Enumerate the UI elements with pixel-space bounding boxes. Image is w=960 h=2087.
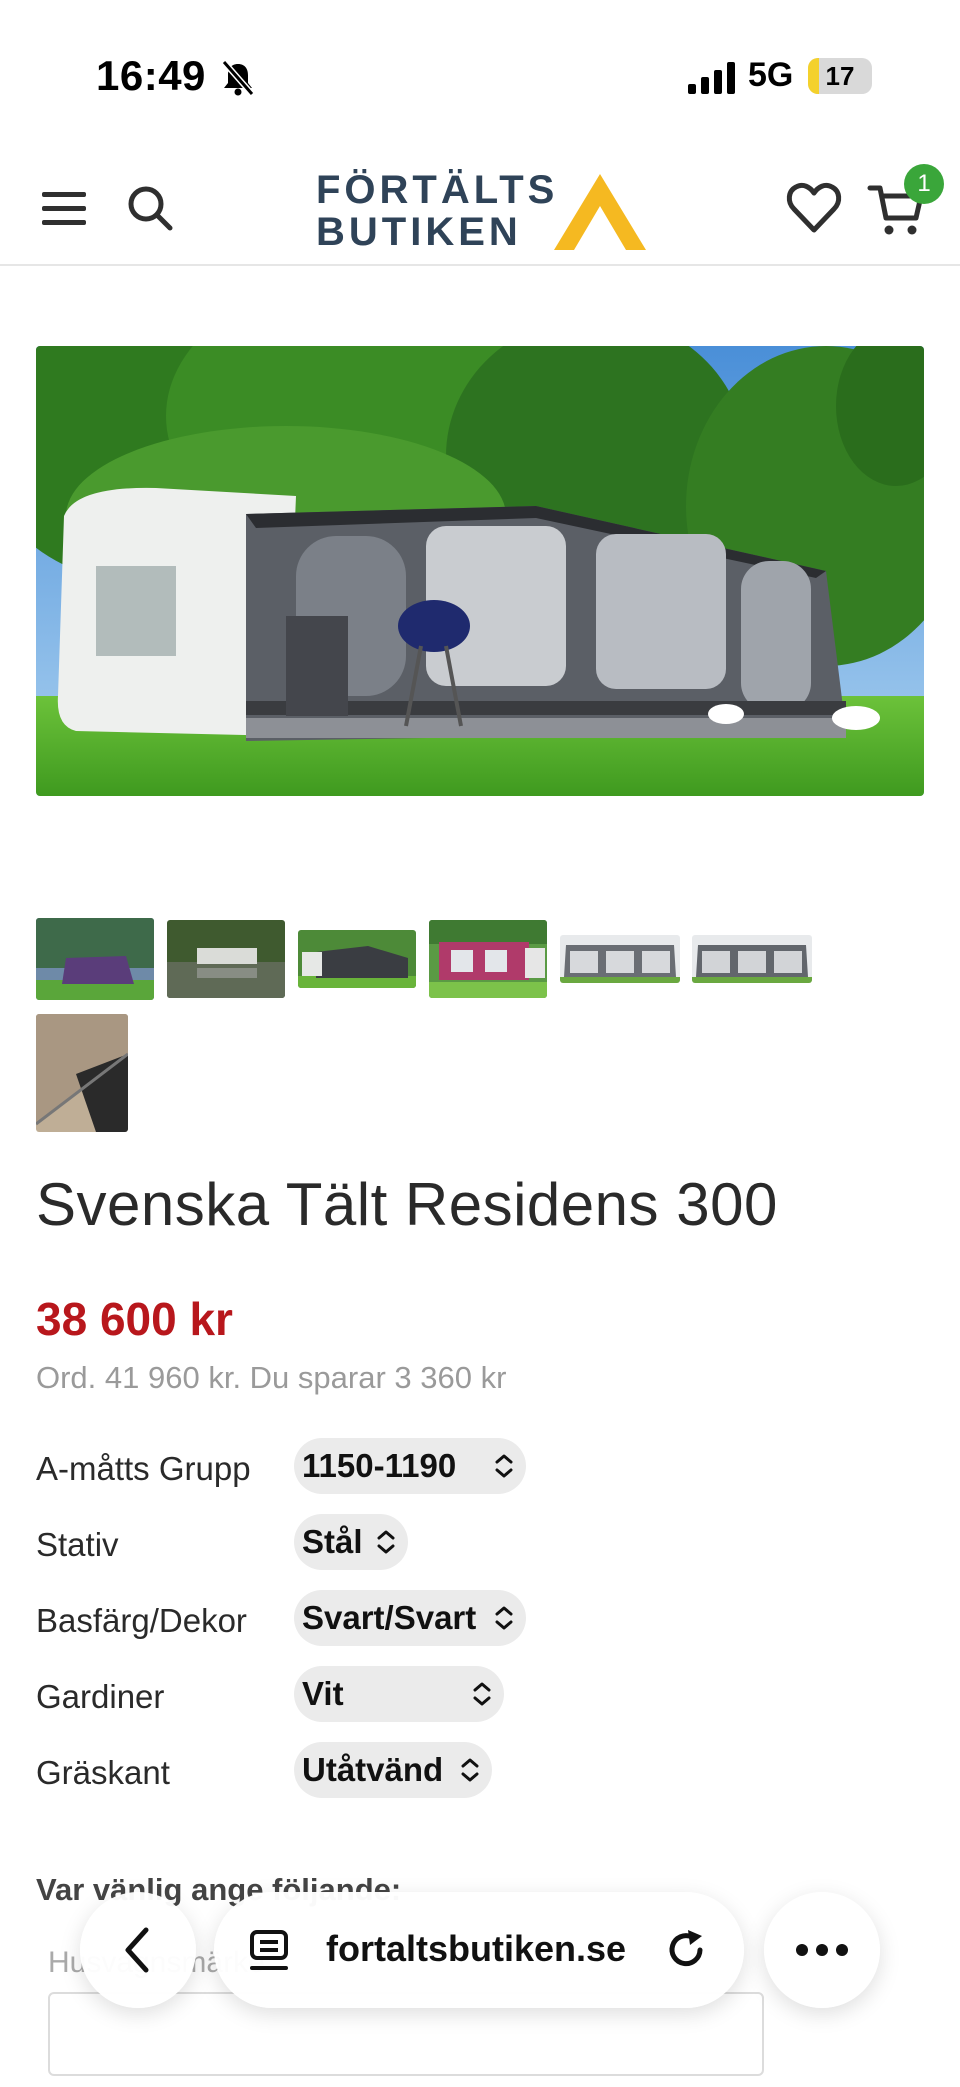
- chevron-up-down-icon: [473, 1682, 491, 1706]
- product-thumbnail[interactable]: [36, 1014, 128, 1132]
- battery-level: 17: [825, 61, 855, 91]
- select-value: 1150-1190: [302, 1447, 457, 1484]
- product-main-image[interactable]: [36, 346, 924, 796]
- product-thumbnail[interactable]: [429, 920, 547, 998]
- heart-icon[interactable]: [784, 178, 844, 238]
- select-value: Stål: [302, 1523, 363, 1560]
- site-logo[interactable]: FÖRTÄLTS BUTIKEN: [316, 168, 646, 254]
- cellular-signal-icon: [688, 62, 735, 94]
- select-basfarg-dekor[interactable]: Svart/Svart: [294, 1590, 526, 1646]
- more-dots-icon: [796, 1944, 848, 1956]
- browser-back-button[interactable]: [80, 1892, 196, 2008]
- select-value: Svart/Svart: [302, 1599, 477, 1636]
- product-price: 38 600 kr: [36, 1293, 233, 1345]
- search-icon[interactable]: [122, 180, 178, 236]
- status-time: 16:49: [96, 52, 206, 99]
- option-label-gardiner: Gardiner: [36, 1678, 165, 1715]
- logo-line-1: FÖRTÄLTS: [316, 168, 559, 212]
- browser-url: fortaltsbutiken.se: [326, 1928, 627, 1969]
- reload-icon[interactable]: [664, 1928, 710, 1974]
- browser-more-button[interactable]: [764, 1892, 880, 2008]
- chevron-up-down-icon: [377, 1530, 395, 1554]
- product-thumbnail[interactable]: [692, 935, 812, 983]
- menu-icon[interactable]: [36, 180, 92, 236]
- select-a-matts-grupp[interactable]: 1150-1190: [294, 1438, 526, 1494]
- product-thumbnail[interactable]: [298, 930, 416, 988]
- status-bar: 16:49 5G 17: [0, 0, 960, 150]
- chevron-up-down-icon: [495, 1454, 513, 1478]
- cart-count-badge: 1: [904, 164, 944, 204]
- battery-indicator: 17: [808, 58, 872, 94]
- chevron-up-down-icon: [461, 1758, 479, 1782]
- product-thumbnail[interactable]: [167, 920, 285, 998]
- select-stativ[interactable]: Stål: [294, 1514, 408, 1570]
- option-label-graskant: Gräskant: [36, 1754, 170, 1791]
- browser-address-bar[interactable]: fortaltsbutiken.se: [214, 1892, 744, 2008]
- product-thumbnail[interactable]: [36, 918, 154, 1000]
- option-label-stativ: Stativ: [36, 1526, 119, 1563]
- chevron-up-down-icon: [495, 1606, 513, 1630]
- product-title: Svenska Tält Residens 300: [36, 1171, 778, 1238]
- ordinary-price: Ord. 41 960 kr. Du sparar 3 360 kr: [36, 1360, 507, 1395]
- select-value: Utåtvänd: [302, 1751, 444, 1788]
- select-gardiner[interactable]: Vit: [294, 1666, 504, 1722]
- product-thumbnail[interactable]: [560, 935, 680, 983]
- chevron-left-icon: [125, 1927, 149, 1973]
- site-header: FÖRTÄLTS BUTIKEN: [0, 150, 960, 266]
- logo-mark-icon: [554, 174, 646, 250]
- reader-tabs-icon: [250, 1930, 288, 1970]
- network-type: 5G: [748, 56, 794, 94]
- select-graskant[interactable]: Utåtvänd: [294, 1742, 492, 1798]
- bell-muted-icon: [221, 60, 255, 96]
- option-label-a-matts: A-måtts Grupp: [36, 1450, 251, 1487]
- select-value: Vit: [302, 1675, 344, 1712]
- logo-line-2: BUTIKEN: [316, 210, 522, 254]
- option-label-basfarg: Basfärg/Dekor: [36, 1602, 247, 1639]
